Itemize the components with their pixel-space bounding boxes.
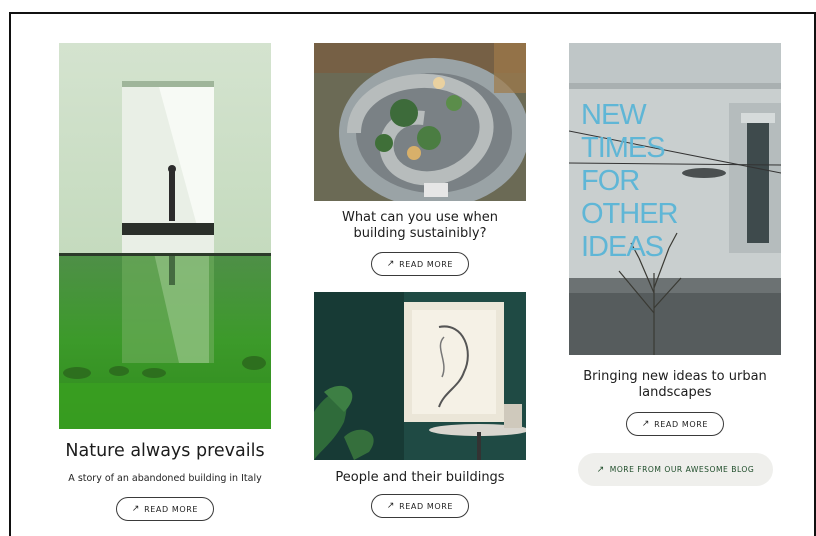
read-more-label: READ MORE xyxy=(654,419,709,429)
read-more-button[interactable]: ↗ READ MORE xyxy=(371,494,469,518)
read-more-button[interactable]: ↗ READ MORE xyxy=(626,412,724,436)
art-frame-image[interactable] xyxy=(314,292,526,460)
neon-building-image[interactable]: NEW TIMES FOR OTHER IDEAS xyxy=(569,43,781,355)
read-more-label: READ MORE xyxy=(144,504,199,514)
neon-line: OTHER xyxy=(581,198,678,230)
more-from-blog-label: MORE FROM OUR AWESOME BLOG xyxy=(609,465,755,474)
nature-building-image[interactable] xyxy=(59,43,271,429)
neon-line: NEW xyxy=(581,99,647,131)
neon-line: TIMES xyxy=(581,132,666,164)
arrow-up-right-icon: ↗ xyxy=(131,504,141,514)
arrow-up-right-icon: ↗ xyxy=(596,464,605,475)
more-from-blog-button[interactable]: ↗ MORE FROM OUR AWESOME BLOG xyxy=(578,453,773,486)
arrow-up-right-icon: ↗ xyxy=(386,501,396,511)
read-more-label: READ MORE xyxy=(399,501,454,511)
read-more-label: READ MORE xyxy=(399,259,454,269)
card-title: People and their buildings xyxy=(335,470,505,485)
card-title: Bringing new ideas to urban landscapes xyxy=(583,369,767,400)
tree-stump-image[interactable] xyxy=(314,43,526,201)
read-more-button[interactable]: ↗ READ MORE xyxy=(116,497,214,521)
neon-line: IDEAS xyxy=(581,231,664,263)
neon-sign: NEW TIMES FOR OTHER IDEAS xyxy=(581,99,678,264)
read-more-button[interactable]: ↗ READ MORE xyxy=(371,252,469,276)
arrow-up-right-icon: ↗ xyxy=(641,419,651,429)
card-title: What can you use when building sustainib… xyxy=(341,210,499,241)
card-title: Nature always prevails xyxy=(65,441,265,461)
neon-line: FOR xyxy=(581,165,640,197)
card-subtitle: A story of an abandoned building in Ital… xyxy=(68,473,262,484)
arrow-up-right-icon: ↗ xyxy=(386,259,396,269)
